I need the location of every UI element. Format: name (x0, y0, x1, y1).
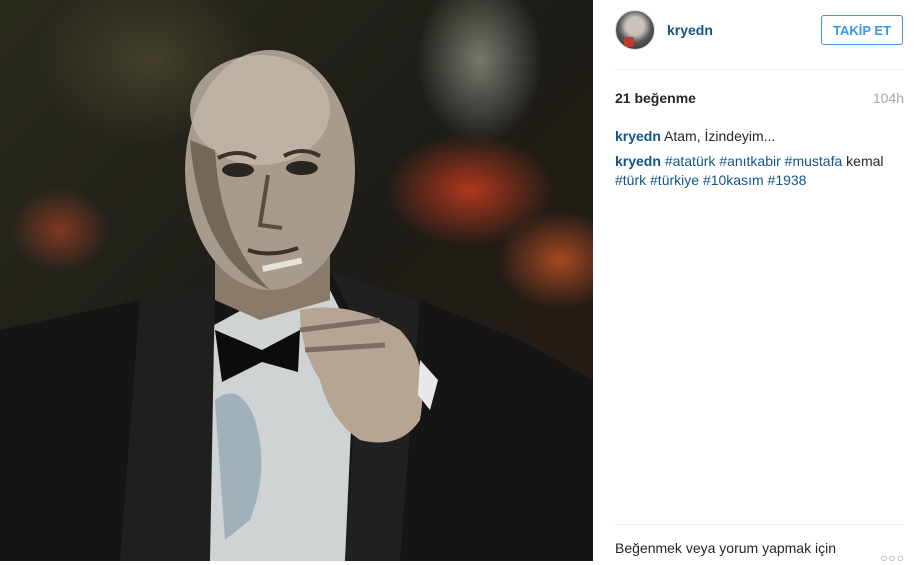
caption-text: Atam, İzindeyim... (664, 128, 776, 144)
login-prompt: Beğenmek veya yorum yapmak için (615, 540, 836, 556)
comment-text: kemal (846, 153, 884, 169)
post-photo[interactable] (0, 0, 593, 561)
more-options-icon[interactable]: ○○○ (880, 551, 905, 565)
caption: kryedn Atam, İzindeyim... (615, 127, 907, 146)
hashtag-link[interactable]: #mustafa (785, 153, 843, 169)
username-link[interactable]: kryedn (667, 22, 713, 38)
hashtag-link[interactable]: #atatürk (665, 153, 716, 169)
hashtag-link[interactable]: #anıtkabir (719, 153, 780, 169)
avatar[interactable] (615, 10, 655, 50)
hashtag-link[interactable]: #1938 (768, 172, 807, 188)
follow-button[interactable]: TAKİP ET (821, 15, 903, 45)
hashtag-link[interactable]: #türkiye (650, 172, 699, 188)
like-count[interactable]: 21 beğenme (615, 90, 696, 106)
post-time[interactable]: 104h (873, 90, 904, 106)
divider (615, 69, 904, 70)
post-details-panel: kryedn TAKİP ET 21 beğenme 104h kryedn A… (593, 0, 924, 565)
portrait-illustration (0, 50, 593, 561)
comment-username[interactable]: kryedn (615, 153, 661, 169)
hashtag-link[interactable]: #türk (615, 172, 646, 188)
caption-username[interactable]: kryedn (615, 128, 661, 144)
hashtag-link[interactable]: #10kasım (703, 172, 764, 188)
divider (615, 524, 904, 525)
hashtag-comment: kryedn #atatürk #anıtkabir #mustafa kema… (615, 152, 907, 190)
